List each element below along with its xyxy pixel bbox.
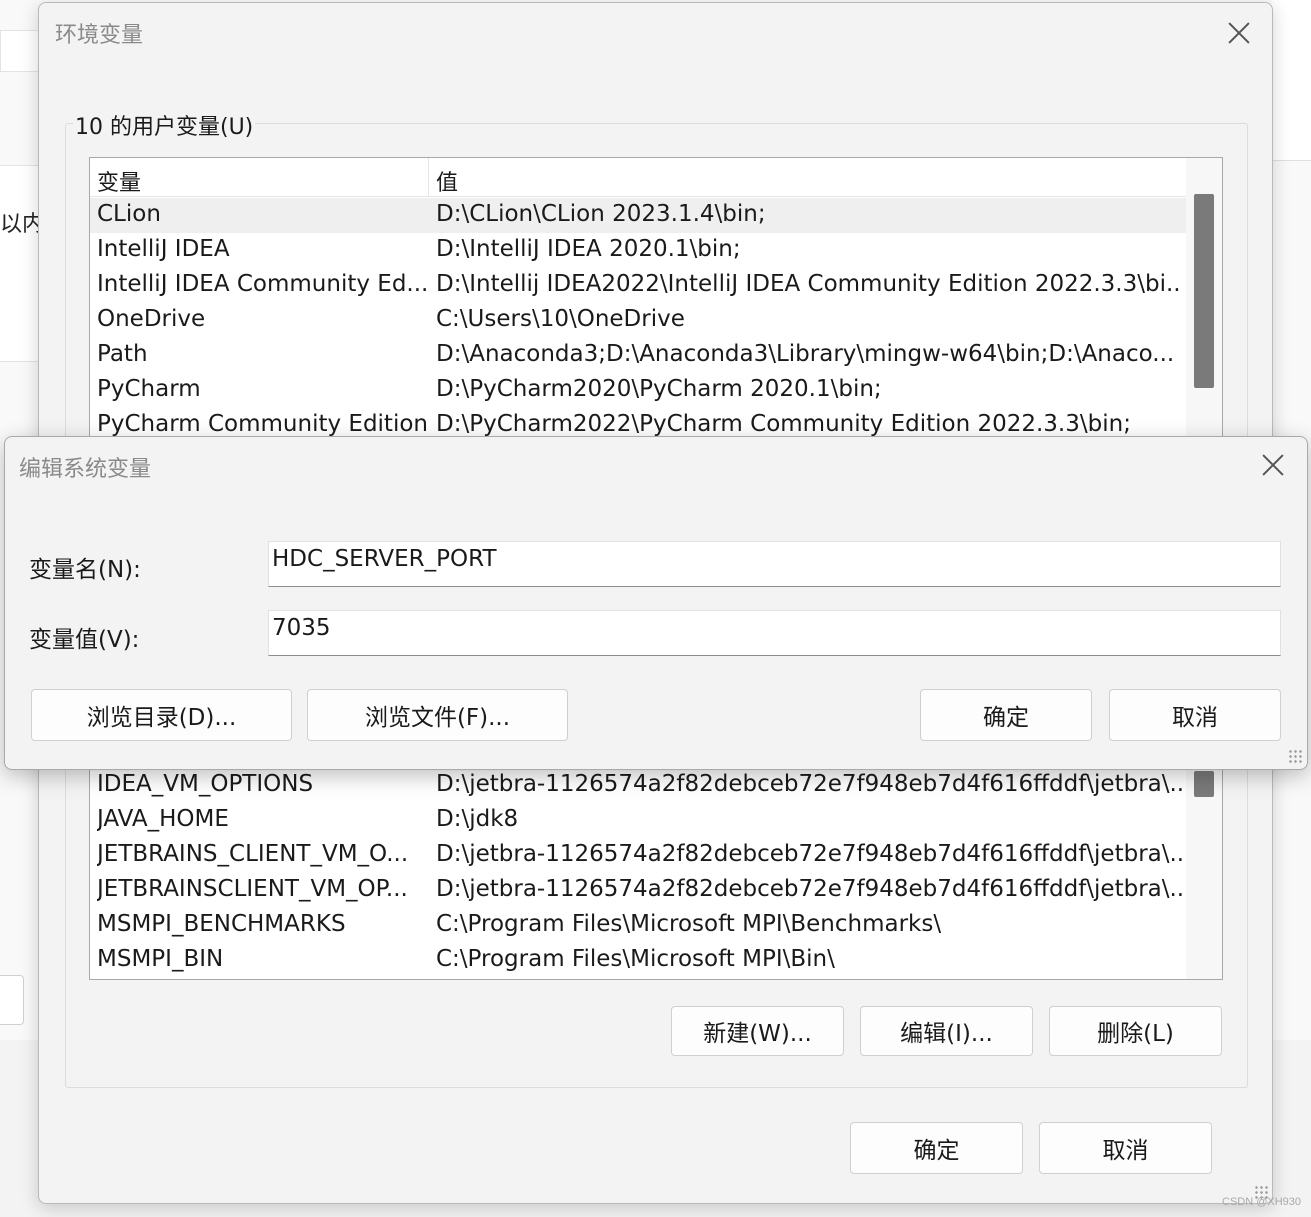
- edit-system-variable-dialog: 编辑系统变量 变量名(N): HDC_SERVER_PORT 变量值(V): 7…: [4, 436, 1308, 770]
- table-row[interactable]: JETBRAINSCLIENT_VM_OP... D:\jetbra-11265…: [90, 873, 1186, 908]
- variable-value: C:\Users\10\OneDrive: [436, 306, 685, 332]
- scrollbar-thumb[interactable]: [1194, 771, 1214, 797]
- variable-value: D:\jetbra-1126574a2f82debceb72e7f948eb7d…: [436, 841, 1182, 867]
- variable-value: D:\jdk8: [436, 806, 519, 832]
- table-row[interactable]: IDEA_VM_OPTIONS D:\jetbra-1126574a2f82de…: [90, 768, 1186, 803]
- variable-value: D:\Intellij IDEA2022\IntelliJ IDEA Commu…: [436, 271, 1182, 297]
- new-button[interactable]: 新建(W)...: [671, 1006, 844, 1056]
- table-row[interactable]: CLion D:\CLion\CLion 2023.1.4\bin;: [90, 198, 1186, 233]
- variable-name: CLion: [97, 201, 161, 227]
- variable-value: D:\Anaconda3;D:\Anaconda3\Library\mingw-…: [436, 341, 1175, 367]
- cancel-button[interactable]: 取消: [1109, 689, 1281, 741]
- scrollbar-thumb[interactable]: [1194, 194, 1214, 388]
- table-row[interactable]: JAVA_HOME D:\jdk8: [90, 803, 1186, 838]
- variable-value: C:\Program Files\Microsoft MPI\Benchmark…: [436, 911, 942, 937]
- ok-button[interactable]: 确定: [920, 689, 1092, 741]
- browse-file-button[interactable]: 浏览文件(F)...: [307, 689, 568, 741]
- variable-name: PyCharm: [97, 376, 201, 402]
- resize-grip-icon[interactable]: [1288, 749, 1302, 763]
- variable-value: D:\CLion\CLion 2023.1.4\bin;: [436, 201, 766, 227]
- variable-name: JETBRAINS_CLIENT_VM_O...: [97, 841, 409, 867]
- variable-value: D:\jetbra-1126574a2f82debceb72e7f948eb7d…: [436, 771, 1182, 797]
- variable-name: IntelliJ IDEA Community Ed...: [97, 271, 427, 297]
- background-panel: [0, 30, 42, 72]
- variable-name: OneDrive: [97, 306, 206, 332]
- list-header: 变量 值: [90, 158, 1186, 197]
- variable-value-label: 变量值(V):: [29, 627, 140, 653]
- table-row[interactable]: MSMPI_BENCHMARKS C:\Program Files\Micros…: [90, 908, 1186, 943]
- column-divider[interactable]: [428, 158, 429, 196]
- variable-name: PyCharm Community Edition: [97, 411, 427, 437]
- variable-name: JETBRAINSCLIENT_VM_OP...: [97, 876, 408, 902]
- close-icon[interactable]: [1259, 451, 1287, 479]
- user-variables-label: 10 的用户变量(U): [73, 109, 256, 141]
- table-row[interactable]: IntelliJ IDEA Community Ed... D:\Intelli…: [90, 268, 1186, 303]
- table-row[interactable]: PyCharm D:\PyCharm2020\PyCharm 2020.1\bi…: [90, 373, 1186, 408]
- table-row[interactable]: JETBRAINS_CLIENT_VM_O... D:\jetbra-11265…: [90, 838, 1186, 873]
- edit-button[interactable]: 编辑(I)...: [860, 1006, 1033, 1056]
- variable-name-input[interactable]: HDC_SERVER_PORT: [268, 541, 1281, 587]
- variable-value: C:\Program Files\Microsoft MPI\Bin\: [436, 946, 835, 972]
- variable-value-input[interactable]: 7035: [268, 610, 1281, 656]
- variable-value: D:\IntelliJ IDEA 2020.1\bin;: [436, 236, 741, 262]
- browse-directory-button[interactable]: 浏览目录(D)...: [31, 689, 292, 741]
- variable-name: IDEA_VM_OPTIONS: [97, 771, 314, 797]
- column-header-value[interactable]: 值: [436, 165, 458, 197]
- background-panel: [1272, 0, 1311, 161]
- dialog-title: 环境变量: [55, 23, 144, 48]
- variable-name: IntelliJ IDEA: [97, 236, 230, 262]
- ok-button[interactable]: 确定: [850, 1122, 1023, 1174]
- dialog-title: 编辑系统变量: [19, 457, 152, 482]
- close-icon[interactable]: [1225, 19, 1253, 47]
- background-panel: [0, 165, 40, 362]
- column-header-variable[interactable]: 变量: [97, 165, 141, 197]
- table-row[interactable]: OneDrive C:\Users\10\OneDrive: [90, 303, 1186, 338]
- variable-value: D:\jetbra-1126574a2f82debceb72e7f948eb7d…: [436, 876, 1182, 902]
- table-row[interactable]: MSMPI_BIN C:\Program Files\Microsoft MPI…: [90, 943, 1186, 978]
- variable-value: D:\PyCharm2022\PyCharm Community Edition…: [436, 411, 1131, 437]
- cancel-button[interactable]: 取消: [1039, 1122, 1212, 1174]
- variable-name: Path: [97, 341, 148, 367]
- variable-name: JAVA_HOME: [97, 806, 229, 832]
- variable-name: MSMPI_BENCHMARKS: [97, 911, 346, 937]
- watermark: CSDN @XH930: [1222, 1196, 1302, 1208]
- variable-name: MSMPI_BIN: [97, 946, 224, 972]
- table-row[interactable]: IntelliJ IDEA D:\IntelliJ IDEA 2020.1\bi…: [90, 233, 1186, 268]
- table-row[interactable]: Path D:\Anaconda3;D:\Anaconda3\Library\m…: [90, 338, 1186, 373]
- delete-button[interactable]: 删除(L): [1049, 1006, 1222, 1056]
- variable-name-label: 变量名(N):: [29, 557, 141, 583]
- background-button[interactable]: [0, 975, 24, 1025]
- variable-value: D:\PyCharm2020\PyCharm 2020.1\bin;: [436, 376, 882, 402]
